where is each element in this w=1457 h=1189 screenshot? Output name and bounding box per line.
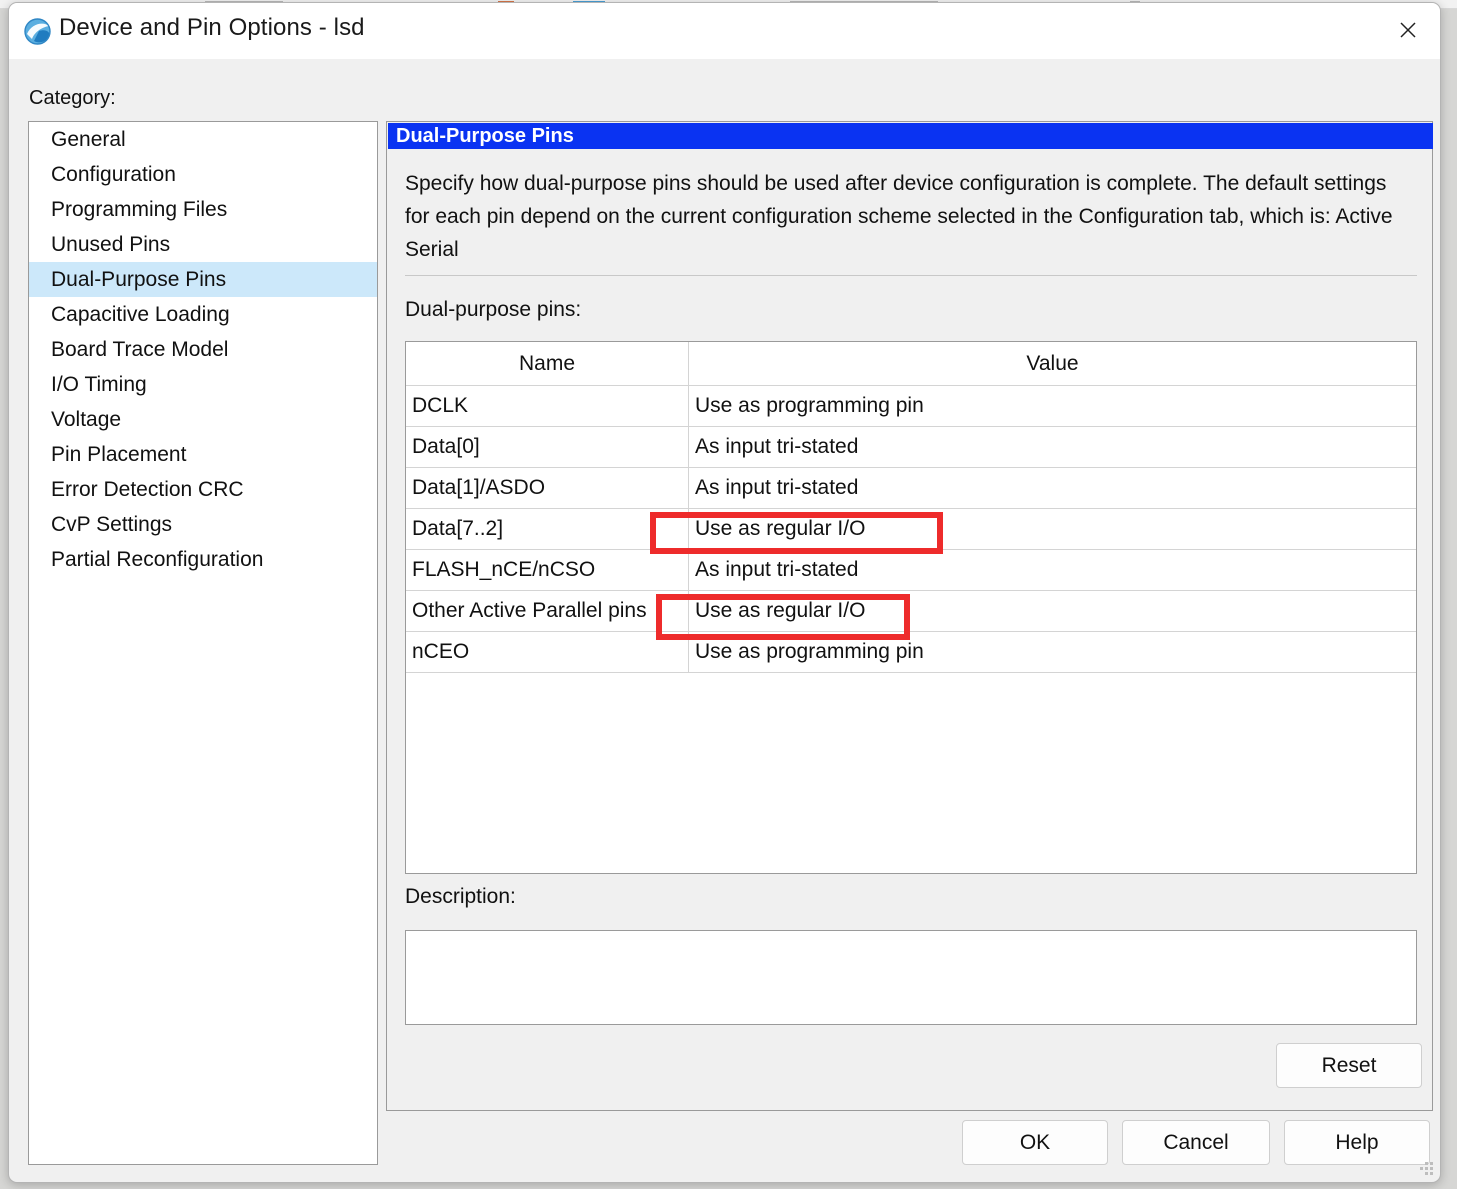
sidebar-item-unused-pins[interactable]: Unused Pins	[29, 227, 377, 262]
pin-name: Other Active Parallel pins	[406, 591, 689, 631]
pin-value[interactable]: Use as regular I/O	[689, 509, 1416, 549]
column-header-name: Name	[406, 342, 689, 385]
table-row[interactable]: Data[1]/ASDO As input tri-stated	[406, 468, 1416, 509]
resize-grip[interactable]	[1420, 1162, 1434, 1176]
pin-name: Data[1]/ASDO	[406, 468, 689, 508]
sidebar-item-pin-placement[interactable]: Pin Placement	[29, 437, 377, 472]
sidebar-item-partial-reconfiguration[interactable]: Partial Reconfiguration	[29, 542, 377, 577]
table-empty-area	[406, 673, 1416, 873]
divider	[405, 275, 1417, 276]
category-list[interactable]: General Configuration Programming Files …	[28, 121, 378, 1165]
cancel-button[interactable]: Cancel	[1122, 1120, 1270, 1165]
description-label: Description:	[405, 885, 516, 908]
sidebar-item-programming-files[interactable]: Programming Files	[29, 192, 377, 227]
table-row[interactable]: DCLK Use as programming pin	[406, 386, 1416, 427]
column-header-value: Value	[1026, 352, 1079, 375]
sidebar-item-configuration[interactable]: Configuration	[29, 157, 377, 192]
title-bar: Device and Pin Options - lsd	[9, 3, 1440, 59]
pin-name: Data[0]	[406, 427, 689, 467]
sidebar-item-dual-purpose-pins[interactable]: Dual-Purpose Pins	[29, 262, 377, 297]
dual-purpose-pins-table[interactable]: Name Value DCLK Use as programming pin D…	[405, 341, 1417, 874]
quartus-globe-icon	[23, 17, 52, 46]
table-row[interactable]: Data[0] As input tri-stated	[406, 427, 1416, 468]
close-glyph	[1400, 22, 1416, 38]
table-row[interactable]: Other Active Parallel pins Use as regula…	[406, 591, 1416, 632]
help-button[interactable]: Help	[1284, 1120, 1430, 1165]
pin-value[interactable]: Use as regular I/O	[689, 591, 1416, 631]
panel-intro-text: Specify how dual-purpose pins should be …	[405, 172, 1393, 261]
pin-value[interactable]: As input tri-stated	[689, 468, 1416, 508]
sidebar-item-io-timing[interactable]: I/O Timing	[29, 367, 377, 402]
sidebar-item-error-detection-crc[interactable]: Error Detection CRC	[29, 472, 377, 507]
panel-header: Dual-Purpose Pins	[388, 123, 1433, 149]
sidebar-item-capacitive-loading[interactable]: Capacitive Loading	[29, 297, 377, 332]
dual-purpose-pins-label: Dual-purpose pins:	[405, 298, 582, 321]
pin-value[interactable]: Use as programming pin	[689, 632, 1416, 672]
pin-value[interactable]: Use as programming pin	[689, 386, 1416, 426]
reset-button[interactable]: Reset	[1276, 1043, 1422, 1088]
pin-name: nCEO	[406, 632, 689, 672]
ok-button[interactable]: OK	[962, 1120, 1108, 1165]
table-row[interactable]: FLASH_nCE/nCSO As input tri-stated	[406, 550, 1416, 591]
table-header-row: Name Value	[406, 342, 1416, 386]
close-icon[interactable]	[1376, 3, 1440, 57]
device-and-pin-options-dialog: Device and Pin Options - lsd Category: G…	[8, 2, 1441, 1183]
sidebar-item-general[interactable]: General	[29, 122, 377, 157]
pin-value[interactable]: As input tri-stated	[689, 550, 1416, 590]
sidebar-item-board-trace-model[interactable]: Board Trace Model	[29, 332, 377, 367]
pin-name: Data[7..2]	[406, 509, 689, 549]
description-box[interactable]	[405, 930, 1417, 1025]
window-title: Device and Pin Options - lsd	[59, 14, 365, 41]
pin-value[interactable]: As input tri-stated	[689, 427, 1416, 467]
pin-name: DCLK	[406, 386, 689, 426]
table-row[interactable]: nCEO Use as programming pin	[406, 632, 1416, 673]
sidebar-item-cvp-settings[interactable]: CvP Settings	[29, 507, 377, 542]
table-row[interactable]: Data[7..2] Use as regular I/O	[406, 509, 1416, 550]
category-label: Category:	[29, 87, 116, 109]
dual-purpose-pins-panel: Dual-Purpose Pins Specify how dual-purpo…	[386, 121, 1433, 1111]
pin-name: FLASH_nCE/nCSO	[406, 550, 689, 590]
sidebar-item-voltage[interactable]: Voltage	[29, 402, 377, 437]
